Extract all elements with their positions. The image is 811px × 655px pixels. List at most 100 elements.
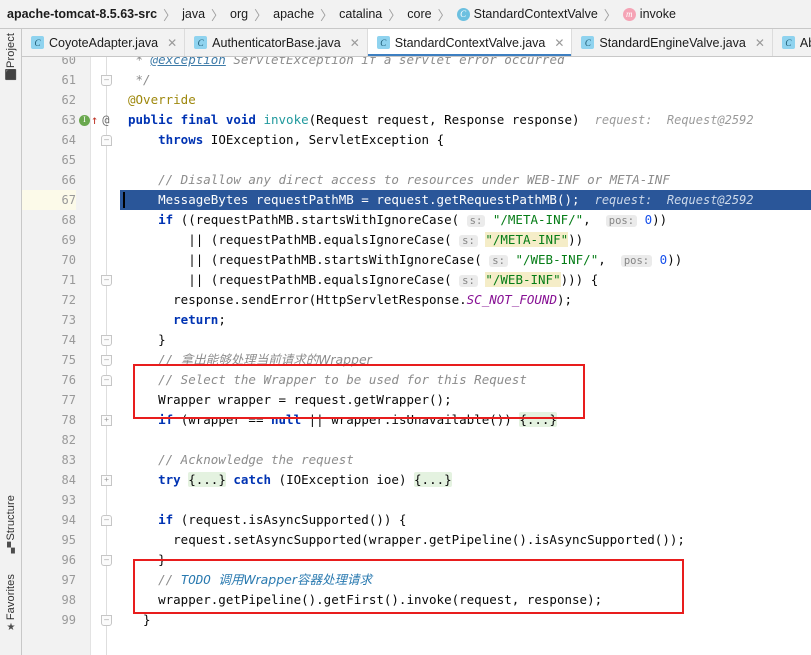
line-number: 78: [61, 413, 76, 427]
line-text: * @exception ServletException if a servl…: [128, 57, 565, 67]
fold-marker[interactable]: –: [100, 330, 113, 350]
line-number: 61: [61, 73, 76, 87]
override-arrow-icon[interactable]: ↑: [91, 114, 98, 126]
tab-coyote-adapter[interactable]: C CoyoteAdapter.java ✕: [22, 29, 186, 56]
code-line[interactable]: 94 – if (request.isAsyncSupported()) {: [22, 510, 811, 530]
line-number: 93: [61, 493, 76, 507]
close-icon[interactable]: ✕: [554, 37, 564, 49]
gutter-markers[interactable]: I ↑ @: [79, 110, 109, 130]
line-text: wrapper.getPipeline().getFirst().invoke(…: [128, 592, 603, 607]
code-line[interactable]: 73 return;: [22, 310, 811, 330]
line-number: 66: [61, 173, 76, 187]
code-line[interactable]: 69 || (requestPathMB.equalsIgnoreCase( s…: [22, 230, 811, 250]
fold-marker[interactable]: –: [100, 130, 113, 150]
code-line[interactable]: 97 // TODO 调用Wrapper容器处理请求: [22, 570, 811, 590]
debugger-inline-hint: request: Request@2592: [594, 193, 754, 207]
breadcrumb-separator: 〉: [211, 7, 225, 23]
close-icon[interactable]: ✕: [755, 37, 765, 49]
class-icon: C: [456, 7, 470, 21]
code-line-current[interactable]: 67 MessageBytes requestPathMB = request.…: [22, 190, 811, 210]
breadcrumb-item-method[interactable]: m invoke: [622, 7, 676, 21]
code-line[interactable]: 76 – // Select the Wrapper to be used fo…: [22, 370, 811, 390]
breadcrumb-item-java[interactable]: java: [182, 7, 205, 21]
code-line[interactable]: 75 – // 拿出能够处理当前请求的Wrapper: [22, 350, 811, 370]
close-icon[interactable]: ✕: [167, 37, 177, 49]
code-line[interactable]: 82: [22, 430, 811, 450]
line-text: // TODO 调用Wrapper容器处理请求: [158, 572, 372, 587]
close-icon[interactable]: ✕: [350, 37, 360, 49]
folder-icon: ⬛: [4, 69, 18, 81]
code-line[interactable]: 61 – */: [22, 70, 811, 90]
fold-marker[interactable]: –: [100, 370, 113, 390]
java-class-icon: C: [194, 36, 208, 49]
fold-marker[interactable]: –: [100, 510, 113, 530]
tab-standard-engine-valve[interactable]: C StandardEngineValve.java ✕: [572, 29, 773, 56]
fold-marker[interactable]: +: [100, 410, 113, 430]
line-number: 95: [61, 533, 76, 547]
code-line[interactable]: 83 // Acknowledge the request: [22, 450, 811, 470]
implemented-method-icon[interactable]: I: [79, 114, 90, 126]
code-line[interactable]: 68 if ((requestPathMB.startsWithIgnoreCa…: [22, 210, 811, 230]
code-line[interactable]: 60 * @exception ServletException if a se…: [22, 57, 811, 70]
sidebar-item-project[interactable]: Project ⬛: [0, 33, 21, 81]
code-line[interactable]: 78 + if (wrapper == null || wrapper.isUn…: [22, 410, 811, 430]
code-line[interactable]: 98 wrapper.getPipeline().getFirst().invo…: [22, 590, 811, 610]
breadcrumb-label: org: [230, 7, 249, 21]
sidebar-item-favorites[interactable]: Favorites ★: [0, 574, 21, 633]
fold-marker[interactable]: –: [100, 550, 113, 570]
code-line[interactable]: 96 – }: [22, 550, 811, 570]
fold-marker[interactable]: –: [100, 70, 113, 90]
fold-expand-icon[interactable]: +: [101, 414, 112, 426]
sidebar-item-structure[interactable]: Structure ▚: [0, 495, 21, 554]
line-number: 94: [61, 513, 76, 527]
favorites-label: Favorites: [5, 574, 17, 621]
breadcrumb-item-catalina[interactable]: catalina: [339, 7, 382, 21]
tab-abstract-truncated[interactable]: C Abs: [772, 29, 811, 56]
fold-marker[interactable]: +: [100, 470, 113, 490]
line-text: response.sendError(HttpServletResponse.S…: [173, 292, 573, 307]
code-line[interactable]: 72 response.sendError(HttpServletRespons…: [22, 290, 811, 310]
tab-authenticator-base[interactable]: C AuthenticatorBase.java ✕: [185, 29, 368, 56]
breadcrumb-item-core[interactable]: core: [407, 7, 431, 21]
line-number: 70: [61, 253, 76, 267]
breadcrumb-item-apache[interactable]: apache: [273, 7, 314, 21]
code-line[interactable]: 95 request.setAsyncSupported(wrapper.get…: [22, 530, 811, 550]
fold-expand-icon[interactable]: +: [101, 474, 112, 486]
code-line[interactable]: 64 – throws IOException, ServletExceptio…: [22, 130, 811, 150]
code-line[interactable]: 70 || (requestPathMB.startsWithIgnoreCas…: [22, 250, 811, 270]
code-line[interactable]: 93: [22, 490, 811, 510]
code-line[interactable]: 62 @Override: [22, 90, 811, 110]
breadcrumb-item-project[interactable]: apache-tomcat-8.5.63-src: [7, 7, 157, 21]
code-line[interactable]: 74 – }: [22, 330, 811, 350]
code-line[interactable]: 77 Wrapper wrapper = request.getWrapper(…: [22, 390, 811, 410]
code-line[interactable]: 99 – }: [22, 610, 811, 630]
fold-cap-icon: –: [101, 334, 112, 346]
fold-cap-icon: –: [101, 554, 112, 566]
breadcrumb-label: invoke: [639, 7, 676, 21]
line-number: 62: [61, 93, 76, 107]
tab-standard-context-valve[interactable]: C StandardContextValve.java ✕: [367, 29, 573, 56]
line-number: 83: [61, 453, 76, 467]
line-text: }: [128, 332, 166, 347]
code-line[interactable]: 65: [22, 150, 811, 170]
breadcrumb-separator: 〉: [603, 7, 617, 23]
fold-marker[interactable]: –: [100, 610, 113, 630]
fold-marker[interactable]: –: [100, 270, 113, 290]
breadcrumb-item-org[interactable]: org: [230, 7, 248, 21]
fold-marker[interactable]: –: [100, 350, 113, 370]
breadcrumb-label: apache-tomcat-8.5.63-src: [7, 7, 158, 21]
line-number: 84: [61, 473, 76, 487]
annotation-gutter-icon[interactable]: @: [102, 110, 109, 130]
breadcrumb-item-class[interactable]: C StandardContextValve: [456, 7, 598, 21]
code-line[interactable]: 84 + try {...} catch (IOException ioe) {…: [22, 470, 811, 490]
fold-cap-icon: –: [101, 74, 112, 86]
structure-icon: ▚: [7, 542, 15, 554]
collapsed-block: {...}: [519, 412, 557, 427]
code-line[interactable]: 66 // Disallow any direct access to reso…: [22, 170, 811, 190]
line-text: if (request.isAsyncSupported()) {: [158, 512, 407, 527]
code-line[interactable]: 63 I ↑ @ public final void invoke(Reques…: [22, 110, 811, 130]
line-text: public final void invoke(Request request…: [128, 112, 754, 127]
code-line[interactable]: 71 – || (requestPathMB.equalsIgnoreCase(…: [22, 270, 811, 290]
line-text: try {...} catch (IOException ioe) {...}: [158, 472, 452, 487]
code-editor[interactable]: 60 * @exception ServletException if a se…: [22, 57, 811, 655]
